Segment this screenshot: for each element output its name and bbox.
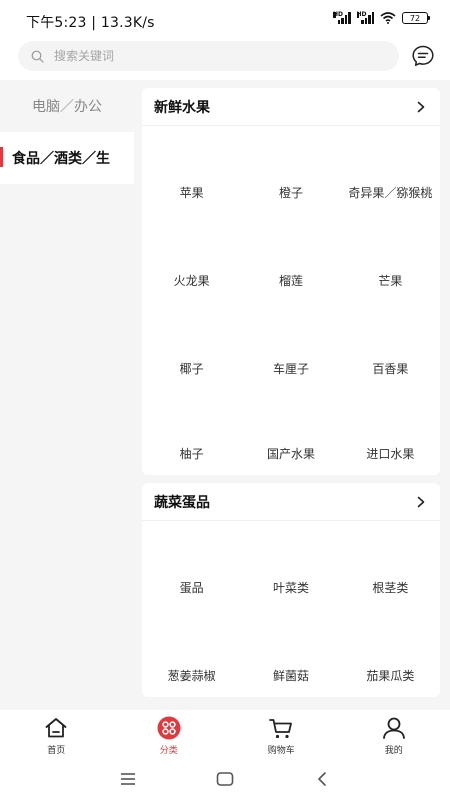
tab-label: 购物车 — [267, 746, 295, 756]
menu-icon — [121, 773, 135, 785]
cart-icon — [269, 719, 293, 739]
subcategory-item[interactable]: 车厘子 — [241, 302, 340, 390]
subcategory-panel: 新鲜水果 苹果 橙子 奇异果／猕猴桃 火龙果 榴莲 芒果 椰子 车厘子 百香果 … — [142, 80, 440, 710]
wifi-icon — [380, 12, 396, 24]
status-bar: 下午5:23 | 13.3K/s HD HD 72 — [0, 0, 450, 40]
section-header[interactable]: 新鲜水果 — [142, 88, 440, 126]
tab-label: 首页 — [47, 746, 66, 756]
subcategory-item[interactable]: 芒果 — [341, 214, 440, 302]
section-card-vegetables-eggs: 蔬菜蛋品 蛋品 叶菜类 根茎类 葱姜蒜椒 鲜菌菇 茄果瓜类 — [142, 483, 440, 697]
category-page: 下午5:23 | 13.3K/s HD HD 72 搜索关键词 电脑／办公 食品… — [0, 0, 450, 800]
bottom-tab-bar: 首页 分类 购物车 我的 — [0, 710, 450, 760]
sidebar-item-label: 电脑／办公 — [32, 99, 102, 115]
search-bar[interactable] — [18, 41, 399, 71]
search-icon — [31, 50, 44, 63]
tab-category[interactable]: 分类 — [113, 710, 226, 760]
home-nav-button[interactable] — [214, 768, 236, 790]
subcategory-grid: 蛋品 叶菜类 根茎类 葱姜蒜椒 鲜菌菇 茄果瓜类 — [142, 521, 440, 697]
subcategory-item[interactable]: 奇异果／猕猴桃 — [341, 126, 440, 214]
subcategory-item[interactable]: 进口水果 — [341, 390, 440, 475]
subcategory-item[interactable]: 蛋品 — [142, 521, 241, 609]
subcategory-item[interactable]: 柚子 — [142, 390, 241, 475]
signal-icon-2: HD — [356, 12, 374, 24]
square-icon — [216, 772, 234, 786]
category-content: 电脑／办公 食品／酒类／生 新鲜水果 苹果 橙子 奇异果／猕猴桃 火龙果 榴莲 … — [0, 80, 450, 710]
subcategory-item[interactable]: 茄果瓜类 — [341, 609, 440, 697]
tab-profile[interactable]: 我的 — [338, 710, 450, 760]
back-button[interactable] — [314, 768, 330, 790]
chevron-right-icon[interactable] — [416, 496, 426, 508]
tab-label: 分类 — [159, 746, 178, 756]
signal-icon: HD — [333, 12, 351, 24]
home-icon — [45, 718, 67, 738]
tab-label: 我的 — [384, 746, 403, 756]
sidebar-item-food-wine[interactable]: 食品／酒类／生 — [0, 132, 134, 184]
subcategory-item[interactable]: 葱姜蒜椒 — [142, 609, 241, 697]
section-title: 蔬菜蛋品 — [154, 494, 210, 511]
subcategory-item[interactable]: 榴莲 — [241, 214, 340, 302]
status-icons: HD HD 72 — [333, 12, 430, 24]
status-time: 下午5:23 | 13.3K/s — [26, 15, 155, 31]
subcategory-item[interactable]: 百香果 — [341, 302, 440, 390]
sidebar-item-computer-office[interactable]: 电脑／办公 — [0, 80, 134, 132]
subcategory-item[interactable]: 橙子 — [241, 126, 340, 214]
subcategory-item[interactable]: 椰子 — [142, 302, 241, 390]
subcategory-grid: 苹果 橙子 奇异果／猕猴桃 火龙果 榴莲 芒果 椰子 车厘子 百香果 柚子 国产… — [142, 126, 440, 475]
section-header[interactable]: 蔬菜蛋品 — [142, 483, 440, 521]
subcategory-item[interactable]: 根茎类 — [341, 521, 440, 609]
menu-button[interactable] — [118, 768, 138, 790]
subcategory-item[interactable]: 国产水果 — [241, 390, 340, 475]
tab-cart[interactable]: 购物车 — [225, 710, 338, 760]
category-icon — [157, 716, 181, 740]
back-icon — [318, 772, 326, 786]
subcategory-item[interactable]: 苹果 — [142, 126, 241, 214]
battery-icon: 72 — [402, 12, 430, 24]
subcategory-item[interactable]: 火龙果 — [142, 214, 241, 302]
subcategory-item[interactable]: 鲜菌菇 — [241, 609, 340, 697]
section-card-fresh-fruit: 新鲜水果 苹果 橙子 奇异果／猕猴桃 火龙果 榴莲 芒果 椰子 车厘子 百香果 … — [142, 88, 440, 475]
category-sidebar: 电脑／办公 食品／酒类／生 — [0, 80, 134, 710]
sidebar-item-label: 食品／酒类／生 — [12, 151, 110, 167]
search-input[interactable] — [54, 49, 354, 63]
subcategory-item[interactable]: 叶菜类 — [241, 521, 340, 609]
chevron-right-icon[interactable] — [416, 101, 426, 113]
user-icon — [382, 717, 405, 739]
battery-level: 72 — [409, 13, 421, 23]
tab-home[interactable]: 首页 — [0, 710, 113, 760]
message-icon[interactable] — [411, 44, 435, 68]
system-nav-bar — [0, 760, 450, 800]
section-title: 新鲜水果 — [154, 99, 210, 116]
